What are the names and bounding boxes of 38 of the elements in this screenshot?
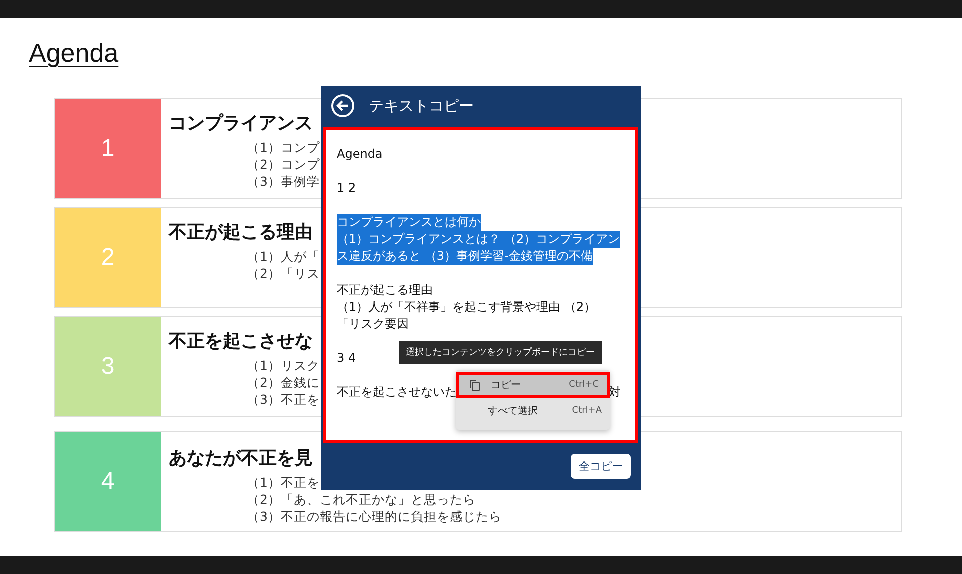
panel-title: テキストコピー — [369, 96, 474, 116]
agenda-item: （2）コンプ — [247, 156, 320, 173]
copy-all-button[interactable]: 全コピー — [571, 454, 631, 479]
agenda-heading: コンプライアンス — [169, 112, 313, 136]
extracted-text: 3 4 — [337, 350, 356, 367]
agenda-item: （1）リスク — [247, 357, 320, 374]
extracted-text: ス違反があると （3）事例学習-金銭管理の不備 — [337, 248, 593, 265]
text-area[interactable]: Agenda 1 2 コンプライアンスとは何か （1）コンプライアンスとは？ （2）コンプライアン ス違反があると （3）事例学習-金銭管理の不備 不正が起こる理由 （1）人が「不祥事」を起こす背景や理由 （2） 「リスク要因 3 4 不正を起こさせないた 対 選択したコンテンツをクリップボードにコピー コピー Ctrl+C すべて選択 Ctrl+A — [323, 127, 638, 443]
number-tile: 1 — [55, 99, 161, 198]
extracted-text: 1 2 — [337, 180, 356, 197]
menu-item[interactable]: コピー Ctrl+C — [456, 372, 610, 398]
number-tile: 3 — [55, 317, 161, 416]
agenda-item: （1）人が「 — [247, 248, 320, 265]
agenda-heading: 不正が起こる理由 — [169, 221, 313, 245]
tooltip: 選択したコンテンツをクリップボードにコピー — [399, 341, 602, 364]
number-tile: 2 — [55, 208, 161, 307]
extracted-text: （1）人が「不祥事」を起こす背景や理由 （2） — [337, 299, 596, 316]
extracted-text: 「リスク要因 — [337, 316, 409, 333]
agenda-item: （2）金銭に — [247, 374, 320, 391]
agenda-item: （3）事例学 — [247, 173, 320, 190]
agenda-item: （1）コンプ — [247, 139, 320, 156]
agenda-item: （3）不正を — [247, 391, 320, 408]
slide-title: Agenda — [29, 38, 119, 69]
agenda-item: （2）「あ、これ不正かな」と思ったら — [247, 491, 476, 508]
extracted-text: Agenda — [337, 146, 383, 163]
extracted-text: （1）コンプライアンスとは？ （2）コンプライアン — [337, 231, 620, 248]
agenda-heading: あなたが不正を見 — [169, 447, 313, 471]
agenda-item: （1）不正を — [247, 474, 320, 491]
menu-item[interactable]: すべて選択 Ctrl+A — [456, 398, 610, 424]
agenda-item: （2）「リス — [247, 265, 320, 282]
extracted-text: 対 — [609, 384, 621, 401]
extracted-text: コンプライアンスとは何か — [337, 214, 481, 231]
agenda-item: （3）不正の報告に心理的に負担を感じたら — [247, 508, 502, 525]
extracted-text: 不正を起こさせないた — [337, 384, 457, 401]
extracted-text: 不正が起こる理由 — [337, 282, 433, 299]
back-icon[interactable] — [331, 94, 355, 118]
agenda-heading: 不正を起こさせな — [169, 330, 313, 354]
number-tile: 4 — [55, 432, 161, 531]
